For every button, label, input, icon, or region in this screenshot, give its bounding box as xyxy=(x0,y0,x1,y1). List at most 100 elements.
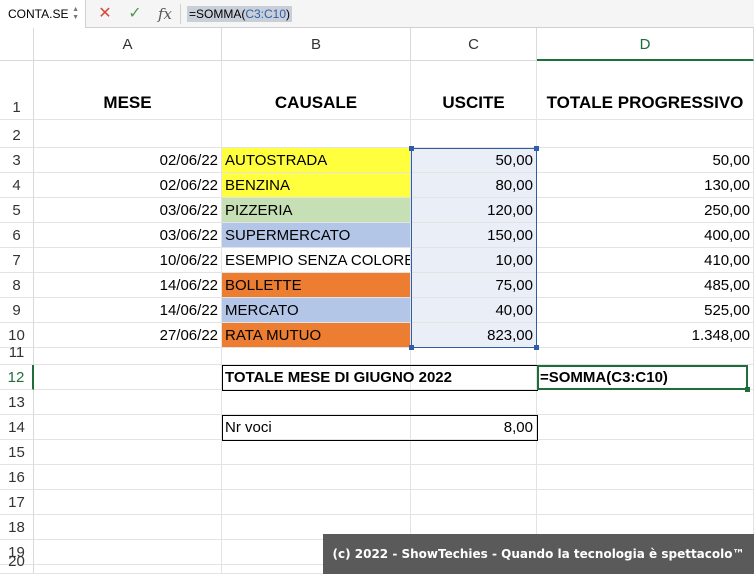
column-header-c[interactable]: C xyxy=(411,28,537,61)
cell-c2[interactable] xyxy=(411,120,537,148)
header-totale-progressivo[interactable]: TOTALE PROGRESSIVO xyxy=(537,61,754,120)
entry-date[interactable]: 02/06/22 xyxy=(34,148,222,173)
name-box-arrows-icon[interactable]: ▲ ▼ xyxy=(72,6,79,22)
cell-b13[interactable] xyxy=(222,390,411,415)
entry-progressivo[interactable]: 485,00 xyxy=(537,273,754,298)
entry-progressivo[interactable]: 525,00 xyxy=(537,298,754,323)
cell-a15[interactable] xyxy=(34,440,222,465)
cell-a18[interactable] xyxy=(34,515,222,540)
row-header-20[interactable]: 20 xyxy=(0,553,34,574)
cell-d17[interactable] xyxy=(537,490,754,515)
cancel-icon[interactable]: ✕ xyxy=(94,0,116,28)
cell-c13[interactable] xyxy=(411,390,537,415)
entry-date[interactable]: 10/06/22 xyxy=(34,248,222,273)
cell-a19[interactable] xyxy=(34,540,222,565)
entry-causale[interactable]: ESEMPIO SENZA COLORE xyxy=(222,248,411,273)
entry-date[interactable]: 03/06/22 xyxy=(34,223,222,248)
cell-b2[interactable] xyxy=(222,120,411,148)
entry-uscite[interactable]: 150,00 xyxy=(411,223,537,248)
row-header-1[interactable]: 1 xyxy=(0,61,34,120)
spreadsheet-grid[interactable]: A B C D 1 2 3 4 5 6 7 8 9 10 11 12 13 14 15 16 17 18 19 20 MESE C… xyxy=(0,28,754,574)
entry-causale[interactable]: BENZINA xyxy=(222,173,411,198)
row-header-8[interactable]: 8 xyxy=(0,273,34,298)
entry-uscite[interactable]: 823,00 xyxy=(411,323,537,348)
fill-handle[interactable] xyxy=(745,387,750,392)
cell-c15[interactable] xyxy=(411,440,537,465)
entry-progressivo[interactable]: 1.348,00 xyxy=(537,323,754,348)
row-header-7[interactable]: 7 xyxy=(0,248,34,273)
entry-causale[interactable]: SUPERMERCATO xyxy=(222,223,411,248)
entry-uscite[interactable]: 50,00 xyxy=(411,148,537,173)
cell-b11[interactable] xyxy=(222,348,411,365)
row-header-13[interactable]: 13 xyxy=(0,390,34,415)
entry-progressivo[interactable]: 410,00 xyxy=(537,248,754,273)
entry-causale[interactable]: PIZZERIA xyxy=(222,198,411,223)
entry-uscite[interactable]: 75,00 xyxy=(411,273,537,298)
row-header-14[interactable]: 14 xyxy=(0,415,34,440)
row-header-4[interactable]: 4 xyxy=(0,173,34,198)
row-header-3[interactable]: 3 xyxy=(0,148,34,173)
entry-causale[interactable]: BOLLETTE xyxy=(222,273,411,298)
row-header-16[interactable]: 16 xyxy=(0,465,34,490)
entry-uscite[interactable]: 10,00 xyxy=(411,248,537,273)
cell-c16[interactable] xyxy=(411,465,537,490)
entry-date[interactable]: 27/06/22 xyxy=(34,323,222,348)
entry-causale[interactable]: RATA MUTUO xyxy=(222,323,411,348)
cell-c17[interactable] xyxy=(411,490,537,515)
cell-d14[interactable] xyxy=(537,415,754,440)
entry-uscite[interactable]: 40,00 xyxy=(411,298,537,323)
nr-voci-value[interactable]: 8,00 xyxy=(411,415,537,440)
cell-a17[interactable] xyxy=(34,490,222,515)
select-all-corner[interactable] xyxy=(0,28,34,61)
row-header-11[interactable]: 11 xyxy=(0,344,34,365)
entry-causale[interactable]: AUTOSTRADA xyxy=(222,148,411,173)
cell-d13[interactable] xyxy=(537,390,754,415)
entry-date[interactable]: 14/06/22 xyxy=(34,298,222,323)
cell-d15[interactable] xyxy=(537,440,754,465)
entry-progressivo[interactable]: 400,00 xyxy=(537,223,754,248)
nr-voci-label[interactable]: Nr voci xyxy=(222,415,411,440)
totale-label[interactable]: TOTALE MESE DI GIUGNO 2022 xyxy=(222,365,537,390)
range-handle[interactable] xyxy=(534,146,539,151)
entry-progressivo[interactable]: 50,00 xyxy=(537,148,754,173)
header-mese[interactable]: MESE xyxy=(34,61,222,120)
cell-b17[interactable] xyxy=(222,490,411,515)
entry-uscite[interactable]: 80,00 xyxy=(411,173,537,198)
name-box[interactable]: CONTA.SE ▲ ▼ xyxy=(0,0,86,28)
header-uscite[interactable]: USCITE xyxy=(411,61,537,120)
cell-d11[interactable] xyxy=(537,348,754,365)
enter-icon[interactable]: ✓ xyxy=(124,0,146,28)
row-header-17[interactable]: 17 xyxy=(0,490,34,515)
cell-a13[interactable] xyxy=(34,390,222,415)
entry-progressivo[interactable]: 130,00 xyxy=(537,173,754,198)
row-header-5[interactable]: 5 xyxy=(0,198,34,223)
cell-a12[interactable] xyxy=(34,365,222,390)
cell-d2[interactable] xyxy=(537,120,754,148)
row-header-15[interactable]: 15 xyxy=(0,440,34,465)
entry-uscite[interactable]: 120,00 xyxy=(411,198,537,223)
range-handle[interactable] xyxy=(409,146,414,151)
row-header-12[interactable]: 12 xyxy=(0,365,34,390)
formula-input[interactable]: =SOMMA(C3:C10) xyxy=(187,6,293,22)
cell-b16[interactable] xyxy=(222,465,411,490)
cell-a11[interactable] xyxy=(34,348,222,365)
cell-a2[interactable] xyxy=(34,120,222,148)
row-header-6[interactable]: 6 xyxy=(0,223,34,248)
entry-date[interactable]: 14/06/22 xyxy=(34,273,222,298)
entry-causale[interactable]: MERCATO xyxy=(222,298,411,323)
column-header-d[interactable]: D xyxy=(537,28,754,61)
header-causale[interactable]: CAUSALE xyxy=(222,61,411,120)
row-header-18[interactable]: 18 xyxy=(0,515,34,540)
entry-date[interactable]: 03/06/22 xyxy=(34,198,222,223)
cell-b15[interactable] xyxy=(222,440,411,465)
entry-progressivo[interactable]: 250,00 xyxy=(537,198,754,223)
range-handle[interactable] xyxy=(409,345,414,350)
insert-function-icon[interactable]: fx xyxy=(154,0,176,28)
cell-d16[interactable] xyxy=(537,465,754,490)
range-handle[interactable] xyxy=(534,345,539,350)
cell-a20[interactable] xyxy=(34,565,222,574)
cell-a16[interactable] xyxy=(34,465,222,490)
row-header-9[interactable]: 9 xyxy=(0,298,34,323)
cell-c11[interactable] xyxy=(411,348,537,365)
totale-formula-cell[interactable]: =SOMMA(C3:C10) xyxy=(537,365,754,390)
